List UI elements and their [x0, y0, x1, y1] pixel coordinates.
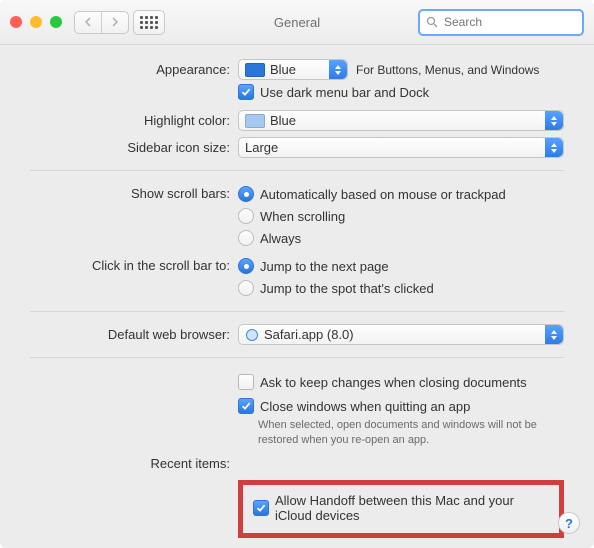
- search-field-wrap[interactable]: [418, 9, 584, 36]
- handoff-highlight: Allow Handoff between this Mac and your …: [238, 480, 564, 538]
- checkbox-box: [253, 500, 269, 516]
- close-windows-label: Close windows when quitting an app: [260, 399, 470, 414]
- chevron-left-icon: [84, 17, 92, 27]
- help-icon: ?: [565, 516, 573, 531]
- radio-button: [238, 280, 254, 296]
- appearance-swatch: [245, 63, 265, 77]
- show-all-button[interactable]: [133, 10, 165, 35]
- separator: [30, 357, 564, 358]
- checkmark-icon: [241, 87, 251, 97]
- close-windows-note: When selected, open documents and window…: [258, 418, 564, 448]
- click-scroll-option-spot[interactable]: Jump to the spot that's clicked: [238, 280, 564, 296]
- close-window-button[interactable]: [10, 16, 22, 28]
- ask-changes-checkbox[interactable]: Ask to keep changes when closing documen…: [238, 374, 564, 390]
- checkbox-box: [238, 374, 254, 390]
- minimize-window-button[interactable]: [30, 16, 42, 28]
- radio-button: [238, 208, 254, 224]
- forward-button[interactable]: [102, 12, 128, 33]
- recent-items-label: Recent items:: [30, 454, 238, 471]
- highlight-value: Blue: [270, 113, 296, 128]
- appearance-label: Appearance:: [30, 59, 238, 77]
- highlight-label: Highlight color:: [30, 110, 238, 128]
- content-area: Appearance: Blue For Buttons, Menus, and…: [0, 45, 594, 548]
- scrollbars-option-scrolling[interactable]: When scrolling: [238, 208, 564, 224]
- checkmark-icon: [256, 503, 266, 513]
- back-button[interactable]: [75, 12, 102, 33]
- radio-button: [238, 186, 254, 202]
- nav-back-forward: [74, 11, 129, 34]
- separator: [30, 170, 564, 171]
- dark-menu-checkbox[interactable]: Use dark menu bar and Dock: [238, 84, 564, 100]
- click-scroll-label: Click in the scroll bar to:: [30, 255, 238, 273]
- scrollbars-option-always[interactable]: Always: [238, 230, 564, 246]
- checkmark-icon: [241, 401, 251, 411]
- sidebar-size-popup[interactable]: Large: [238, 137, 564, 158]
- popup-arrows-icon: [545, 138, 563, 157]
- appearance-popup[interactable]: Blue: [238, 59, 348, 80]
- search-input[interactable]: [442, 14, 576, 30]
- close-windows-checkbox[interactable]: Close windows when quitting an app: [238, 398, 564, 414]
- toolbar-nav: [74, 10, 165, 35]
- safari-icon: [245, 328, 259, 342]
- appearance-value: Blue: [270, 62, 296, 77]
- radio-label: Jump to the spot that's clicked: [260, 281, 434, 296]
- search-icon: [426, 16, 438, 28]
- window-controls: [10, 16, 62, 28]
- browser-value: Safari.app (8.0): [264, 327, 354, 342]
- radio-button: [238, 230, 254, 246]
- sidebar-size-value: Large: [245, 140, 278, 155]
- titlebar: General: [0, 0, 594, 45]
- popup-arrows-icon: [545, 111, 563, 130]
- radio-button: [238, 258, 254, 274]
- browser-label: Default web browser:: [30, 324, 238, 342]
- popup-arrows-icon: [329, 60, 347, 79]
- radio-label: Jump to the next page: [260, 259, 389, 274]
- chevron-right-icon: [111, 17, 119, 27]
- help-button[interactable]: ?: [558, 512, 580, 534]
- checkbox-box: [238, 398, 254, 414]
- highlight-popup[interactable]: Blue: [238, 110, 564, 131]
- sidebar-size-label: Sidebar icon size:: [30, 137, 238, 155]
- scrollbars-option-auto[interactable]: Automatically based on mouse or trackpad: [238, 186, 564, 202]
- click-scroll-option-page[interactable]: Jump to the next page: [238, 258, 564, 274]
- radio-label: Automatically based on mouse or trackpad: [260, 187, 506, 202]
- ask-changes-label: Ask to keep changes when closing documen…: [260, 375, 527, 390]
- appearance-hint: For Buttons, Menus, and Windows: [356, 63, 539, 77]
- popup-arrows-icon: [545, 325, 563, 344]
- recent-items-row: 10: [238, 454, 564, 476]
- scrollbars-label: Show scroll bars:: [30, 183, 238, 201]
- grid-icon: [140, 16, 158, 29]
- handoff-checkbox[interactable]: Allow Handoff between this Mac and your …: [253, 493, 549, 523]
- radio-label: When scrolling: [260, 209, 345, 224]
- dark-menu-label: Use dark menu bar and Dock: [260, 85, 429, 100]
- separator: [30, 311, 564, 312]
- radio-label: Always: [260, 231, 301, 246]
- zoom-window-button[interactable]: [50, 16, 62, 28]
- checkbox-box: [238, 84, 254, 100]
- browser-popup[interactable]: Safari.app (8.0): [238, 324, 564, 345]
- preferences-window: General Appearance: Blue For Buttons, Me…: [0, 0, 594, 548]
- highlight-swatch: [245, 114, 265, 128]
- handoff-label: Allow Handoff between this Mac and your …: [275, 493, 549, 523]
